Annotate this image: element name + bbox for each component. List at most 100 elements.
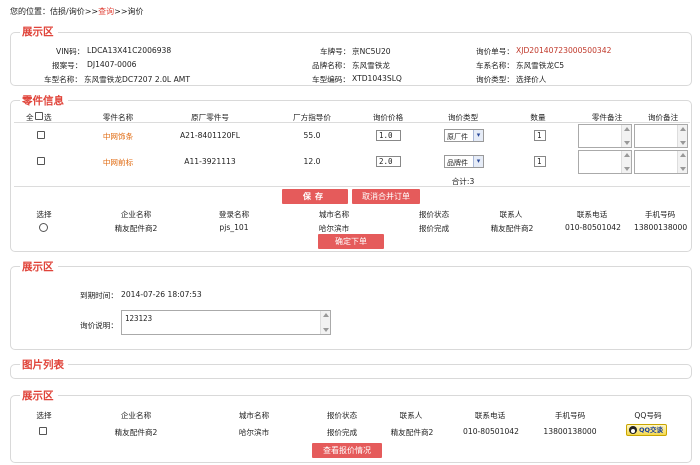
section-title-display-2: 展示区 [20, 259, 58, 274]
part-guide-price: 55.0 [303, 131, 321, 140]
col-login: 登录名称 [218, 210, 250, 219]
part-oem-code: A11-3921113 [184, 157, 236, 166]
scrollbar[interactable] [677, 125, 687, 147]
section-title-display: 展示区 [20, 24, 58, 39]
quote-mobile: 13800138000 [543, 427, 597, 436]
confirm-order-button[interactable]: 确定下单 [318, 234, 384, 249]
description-text: 123123 [125, 314, 153, 323]
save-button[interactable]: 保存 [282, 189, 348, 204]
qq-penguin-icon [629, 426, 637, 434]
model-code-value: XTD1043SLQ [352, 74, 402, 83]
scrollbar[interactable] [621, 151, 631, 173]
col-qq: QQ号码 [634, 411, 662, 420]
model-code-label: 车型编码： [312, 75, 350, 84]
inquiry-no-value: XJD20140723000500342 [516, 46, 612, 55]
supplier-status: 报价完成 [418, 224, 450, 233]
model-name-label: 车型名称： [44, 75, 82, 84]
view-quotes-button[interactable]: 查看报价情况 [312, 443, 382, 458]
inquiry-price-input[interactable]: 1.0 [376, 130, 401, 141]
breadcrumb-link-query[interactable]: 查询 [98, 7, 114, 16]
chevron-down-icon: ▾ [473, 130, 483, 141]
series-label: 车系名称： [476, 61, 514, 70]
quote-status: 报价完成 [326, 428, 358, 437]
report-no-value: DJ1407-0006 [87, 60, 137, 69]
brand-value: 东风雪铁龙 [352, 61, 390, 70]
part-name[interactable]: 中网饰条 [98, 131, 138, 142]
inquiry-no-label: 询价单号： [476, 47, 514, 56]
part-row-checkbox[interactable] [37, 131, 45, 139]
quote-city: 哈尔滨市 [238, 428, 270, 437]
part-note-textarea[interactable] [578, 150, 632, 174]
supplier-select-radio[interactable] [39, 223, 48, 232]
quote-phone: 010-80501042 [463, 427, 519, 436]
vin-label: VIN码： [56, 47, 85, 56]
model-name-value: 东风雪铁龙DC7207 2.0L AMT [84, 75, 190, 84]
section-title-parts: 零件信息 [20, 93, 68, 108]
col-city: 城市名称 [318, 210, 350, 219]
part-note-textarea[interactable] [578, 124, 632, 148]
inquiry-note-textarea[interactable] [634, 150, 688, 174]
supplier-company: 精友配件商2 [114, 224, 158, 233]
col-contact: 联系人 [499, 210, 523, 219]
part-name[interactable]: 中网前标 [98, 157, 138, 168]
vin-value: LDCA13X41C2006938 [87, 46, 172, 55]
brand-label: 品牌名称： [312, 61, 350, 70]
supplier-mobile: 13800138000 [634, 223, 688, 232]
section-title-display-3: 展示区 [20, 388, 58, 403]
col-select: 选择 [36, 210, 52, 219]
inquiry-detail-section [10, 266, 692, 350]
parts-total-divider [14, 186, 690, 187]
col-quote-status: 报价状态 [326, 411, 358, 420]
plate-value: 京NC5U20 [352, 47, 391, 56]
col-mobile: 手机号码 [554, 411, 586, 420]
quote-row-checkbox[interactable] [39, 427, 47, 435]
plate-label: 车牌号： [320, 47, 351, 56]
inquiry-type-select[interactable]: 原厂件 ▾ [444, 129, 484, 142]
parts-header-divider [14, 122, 690, 123]
inquiry-type-value: 品牌件 [447, 159, 468, 167]
cancel-merge-order-button[interactable]: 取消合并订单 [352, 189, 420, 204]
inquiry-type-value: 选择价人 [516, 75, 547, 84]
scrollbar[interactable] [677, 151, 687, 173]
quote-contact: 精友配件商2 [390, 428, 434, 437]
scrollbar[interactable] [621, 125, 631, 147]
description-textarea[interactable]: 123123 [121, 310, 331, 335]
chevron-down-icon: ▾ [473, 156, 483, 167]
col-phone: 联系电话 [474, 411, 506, 420]
col-contact: 联系人 [399, 411, 423, 420]
col-mobile: 手机号码 [644, 210, 676, 219]
section-title-images: 图片列表 [20, 357, 68, 372]
inquiry-price-input[interactable]: 2.0 [376, 156, 401, 167]
deadline-value: 2014-07-26 18:07:53 [121, 290, 202, 299]
col-phone: 联系电话 [576, 210, 608, 219]
qq-chat-button[interactable]: QQ交谈 [626, 424, 668, 436]
col-company: 企业名称 [120, 411, 152, 420]
quantity-input[interactable]: 1 [534, 130, 546, 141]
col-company: 企业名称 [120, 210, 152, 219]
part-oem-code: A21-8401120FL [179, 131, 241, 140]
supplier-city: 哈尔滨市 [318, 224, 350, 233]
scrollbar[interactable] [320, 311, 330, 334]
inquiry-note-textarea[interactable] [634, 124, 688, 148]
report-no-label: 报案号： [52, 61, 83, 70]
select-all-checkbox[interactable] [35, 112, 43, 120]
part-row-checkbox[interactable] [37, 157, 45, 165]
col-select: 选择 [36, 411, 52, 420]
inquiry-type-select[interactable]: 品牌件 ▾ [444, 155, 484, 168]
deadline-label: 到期时间： [80, 291, 118, 300]
inquiry-type-value: 原厂件 [447, 133, 468, 141]
supplier-contact: 精友配件商2 [490, 224, 534, 233]
image-list-section [10, 364, 692, 379]
quote-company: 精友配件商2 [114, 428, 158, 437]
part-guide-price: 12.0 [303, 157, 321, 166]
col-city: 城市名称 [238, 411, 270, 420]
breadcrumb-prefix: 您的位置：估损/询价>> [10, 7, 99, 16]
supplier-phone: 010-80501042 [565, 223, 621, 232]
breadcrumb-suffix: >>询价 [114, 7, 144, 16]
breadcrumb: 您的位置：估损/询价>>查询>>询价 [10, 6, 144, 17]
inquiry-type-label: 询价类型： [476, 75, 514, 84]
qq-chat-label: QQ交谈 [639, 426, 664, 434]
quantity-input[interactable]: 1 [534, 156, 546, 167]
series-value: 东风雪铁龙C5 [516, 61, 565, 70]
col-quote-status: 报价状态 [418, 210, 450, 219]
